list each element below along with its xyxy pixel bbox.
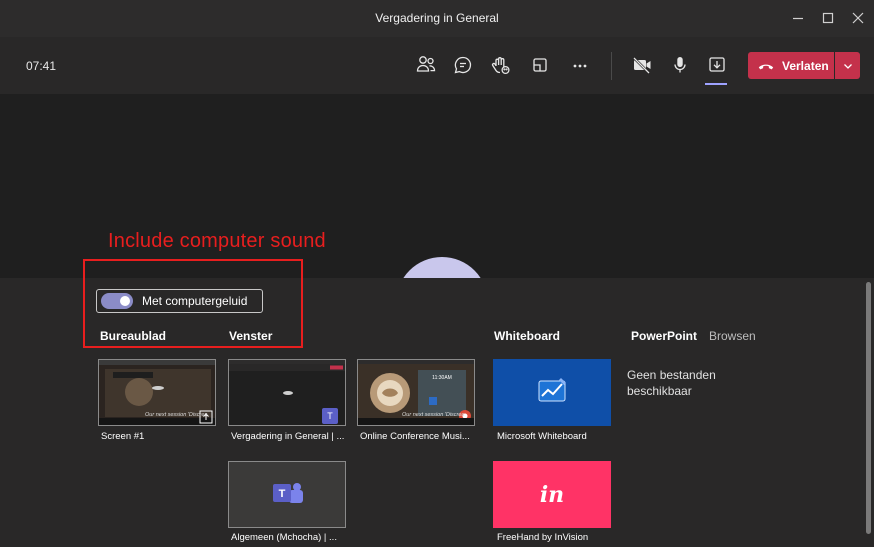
computer-sound-label: Met computergeluid xyxy=(142,294,248,308)
leave-options-dropdown[interactable] xyxy=(835,52,860,79)
section-whiteboard: Whiteboard xyxy=(494,329,560,343)
participant-avatar[interactable] xyxy=(396,257,488,279)
section-desktop: Bureaublad xyxy=(100,329,167,343)
toggle-knob xyxy=(120,296,130,306)
hang-up-icon xyxy=(757,57,775,75)
freehand-thumbnail: in xyxy=(493,461,611,528)
participants-icon[interactable] xyxy=(412,51,440,79)
chat-icon[interactable] xyxy=(449,51,477,79)
chevron-down-icon xyxy=(842,60,854,72)
meeting-clock: 07:41 xyxy=(26,59,57,73)
toggle-switch[interactable] xyxy=(101,293,133,309)
section-powerpoint: PowerPoint xyxy=(631,329,698,343)
camera-off-icon[interactable] xyxy=(628,51,656,79)
annotation-label: Include computer sound xyxy=(108,230,326,252)
computer-sound-toggle[interactable]: Met computergeluid xyxy=(96,289,263,313)
tile-label: Microsoft Whiteboard xyxy=(497,431,587,442)
section-window: Venster xyxy=(229,329,273,343)
raise-hand-icon[interactable] xyxy=(487,51,515,79)
rooms-icon[interactable] xyxy=(526,51,554,79)
more-icon[interactable] xyxy=(566,51,594,79)
svg-text:T: T xyxy=(327,411,333,421)
tile-label: Screen #1 xyxy=(101,431,145,442)
leave-label: Verlaten xyxy=(782,58,829,73)
powerpoint-empty-message: Geen bestanden beschikbaar xyxy=(627,368,716,398)
maximize-icon[interactable] xyxy=(816,6,840,30)
close-icon[interactable] xyxy=(846,6,870,30)
microphone-icon[interactable] xyxy=(666,51,694,79)
screen-thumbnail: Our next session 'Discrea xyxy=(98,359,216,426)
invision-logo: in xyxy=(539,481,565,508)
leave-button[interactable]: Verlaten xyxy=(748,52,834,79)
window-title: Vergadering in General xyxy=(375,11,499,25)
browse-link[interactable]: Browsen xyxy=(709,329,756,343)
whiteboard-logo-icon xyxy=(538,378,566,402)
title-bar: Vergadering in General xyxy=(0,0,874,37)
thumbnail-caption: Our next session 'Discrea xyxy=(145,412,208,418)
window-thumbnail: T xyxy=(228,359,346,426)
thumbnail-caption: Our next session 'Discrea xyxy=(402,412,465,418)
tile-label: FreeHand by InVision xyxy=(497,532,589,543)
tile-label: Algemeen (Mchocha) | ... xyxy=(231,532,337,543)
svg-text:T: T xyxy=(279,488,286,500)
tile-label: Online Conference Musi... xyxy=(360,431,470,442)
minimize-icon[interactable] xyxy=(786,6,810,30)
share-tray-scroll-thumb[interactable] xyxy=(866,282,871,534)
tile-label: Vergadering in General | ... xyxy=(231,431,345,442)
svg-text:11:30AM: 11:30AM xyxy=(432,375,452,381)
toolbar-divider xyxy=(611,52,612,80)
share-tray-icon[interactable] xyxy=(703,51,731,79)
share-tray-active-indicator xyxy=(705,83,727,85)
whiteboard-thumbnail xyxy=(493,359,611,426)
window-thumbnail: 11:30AM Our next session 'Discrea xyxy=(357,359,475,426)
meeting-toolbar: 07:41 Verlaten xyxy=(0,37,874,94)
window-thumbnail: T xyxy=(228,461,346,528)
